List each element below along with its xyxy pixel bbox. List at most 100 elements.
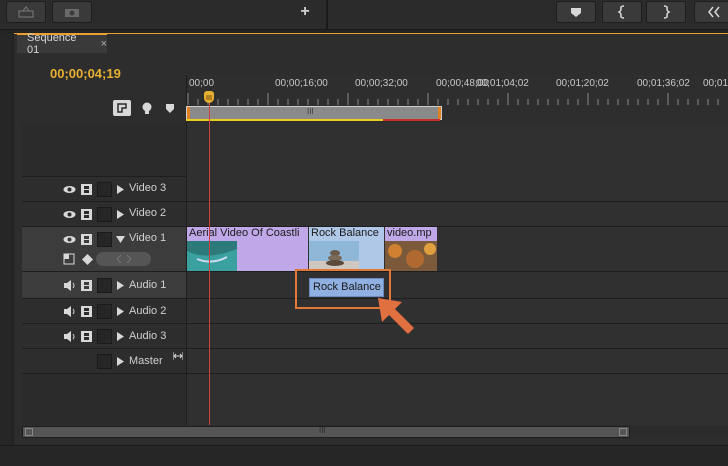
- top-toolbar: +: [0, 0, 728, 30]
- expand-arrow-icon[interactable]: [117, 210, 124, 219]
- display-style-icon[interactable]: [63, 253, 75, 265]
- track-lane[interactable]: [186, 324, 728, 348]
- scroll-left-cap[interactable]: [25, 428, 33, 436]
- timeline-empty-body: [186, 123, 728, 177]
- work-area-end-handle[interactable]: [438, 107, 441, 119]
- speaker-icon[interactable]: [63, 330, 76, 343]
- go-to-in-button[interactable]: [694, 1, 728, 23]
- camera-button[interactable]: [52, 1, 92, 23]
- video-clip-video-mp[interactable]: video.mp: [385, 227, 437, 271]
- playhead-handle[interactable]: [204, 91, 214, 103]
- eye-icon[interactable]: [63, 183, 76, 196]
- marker-icon: [571, 8, 581, 17]
- ruler-tick-label: 00;01;20;02: [556, 78, 609, 89]
- scroll-right-cap[interactable]: [619, 428, 627, 436]
- clip-label: Aerial Video Of Coastli: [189, 227, 300, 239]
- track-lock-toggle[interactable]: [97, 329, 112, 344]
- work-area-bar[interactable]: III: [186, 106, 442, 120]
- expand-arrow-icon[interactable]: [117, 332, 124, 341]
- ruler-tick-label: 00;01: [703, 78, 728, 89]
- keyframe-icon[interactable]: [82, 254, 93, 265]
- keyframe-nav[interactable]: [96, 252, 151, 266]
- linked-selection-button[interactable]: [140, 101, 154, 115]
- expand-arrow-icon[interactable]: [117, 307, 124, 316]
- track-master: Master: [22, 349, 728, 374]
- mark-in-button[interactable]: [602, 1, 642, 23]
- track-lane[interactable]: Aerial Video Of Coastli Rock Balance vid…: [186, 227, 728, 271]
- track-header: Audio 2: [22, 299, 186, 323]
- track-header: Video 3: [22, 177, 186, 201]
- close-icon[interactable]: ×: [101, 38, 107, 50]
- ruler-ticks: [187, 93, 719, 105]
- track-lane[interactable]: [186, 177, 728, 201]
- keyframe-nav-arrows-icon: [116, 255, 132, 263]
- eye-icon[interactable]: [63, 233, 76, 246]
- speaker-icon[interactable]: [63, 305, 76, 318]
- resize-handle-icon[interactable]: [173, 352, 183, 360]
- track-name: Video 3: [129, 182, 167, 194]
- track-lock-toggle[interactable]: [97, 207, 112, 222]
- add-button[interactable]: +: [292, 1, 318, 23]
- mark-out-icon: [663, 5, 671, 19]
- current-timecode[interactable]: 00;00;04;19: [50, 66, 121, 81]
- ruler-tick-label: 00;00: [189, 78, 215, 89]
- track-header: Audio 1: [22, 272, 186, 298]
- track-lock-toggle[interactable]: [97, 304, 112, 319]
- track-video-3: Video 3: [22, 177, 728, 202]
- speaker-icon[interactable]: [63, 279, 76, 292]
- filmstrip-icon[interactable]: [80, 279, 93, 292]
- add-marker-button[interactable]: [556, 1, 596, 23]
- track-name: Audio 1: [129, 279, 167, 291]
- eye-icon[interactable]: [63, 208, 76, 221]
- clip-label: video.mp: [387, 227, 432, 239]
- scroll-grip[interactable]: III: [319, 426, 326, 435]
- filmstrip-icon[interactable]: [80, 305, 93, 318]
- track-lock-toggle[interactable]: [97, 278, 112, 293]
- playhead-line: [209, 103, 210, 425]
- expand-arrow-icon[interactable]: [117, 357, 124, 366]
- track-lane[interactable]: [186, 349, 728, 373]
- expand-arrow-icon[interactable]: [117, 185, 124, 194]
- tab-title: Sequence 01: [27, 32, 77, 56]
- playhead-grip-icon: [206, 95, 212, 100]
- track-lock-toggle[interactable]: [97, 354, 112, 369]
- clip-thumbnail: [187, 241, 237, 271]
- go-to-in-icon: [708, 6, 720, 18]
- video-clip-rock-balance[interactable]: Rock Balance: [309, 227, 384, 271]
- work-area-start-handle[interactable]: [187, 107, 190, 119]
- lift-button[interactable]: [6, 1, 46, 23]
- marker-icon: [166, 104, 174, 113]
- scrollbar-track-end: [630, 426, 728, 438]
- camera-icon: [65, 9, 79, 17]
- render-bar-red: [383, 119, 440, 121]
- track-lane[interactable]: [186, 299, 728, 323]
- timeline-lower-body: [186, 374, 728, 425]
- bottom-bar: [0, 445, 728, 466]
- filmstrip-icon[interactable]: [80, 233, 93, 246]
- filmstrip-icon[interactable]: [80, 330, 93, 343]
- track-lane[interactable]: [186, 202, 728, 226]
- timeline-empty-area: [22, 123, 728, 177]
- track-header: Video 1: [22, 227, 186, 271]
- collapse-arrow-icon[interactable]: [116, 236, 125, 243]
- add-marker-header-button[interactable]: [164, 102, 176, 114]
- snap-button[interactable]: [113, 100, 131, 116]
- tab-sequence-01[interactable]: Sequence 01 ×: [17, 32, 107, 56]
- video-clip-aerial[interactable]: Aerial Video Of Coastli: [187, 227, 308, 271]
- track-header: Video 2: [22, 202, 186, 226]
- track-video-1: Video 1 Aerial Video Of Coastli Rock Bal…: [22, 227, 728, 272]
- track-lane[interactable]: Rock Balance: [186, 272, 728, 298]
- track-lock-toggle[interactable]: [97, 182, 112, 197]
- filmstrip-icon[interactable]: [80, 208, 93, 221]
- work-area-grip[interactable]: III: [307, 107, 314, 116]
- render-bar-yellow: [186, 119, 383, 121]
- mark-out-button[interactable]: [646, 1, 686, 23]
- premiere-timeline-window: + Sequence 01 × 00;00;04;19 00;00 00;00;…: [0, 0, 728, 466]
- filmstrip-icon[interactable]: [80, 183, 93, 196]
- track-name: Audio 2: [129, 305, 167, 317]
- horizontal-scrollbar[interactable]: III: [22, 426, 630, 438]
- track-lock-toggle[interactable]: [97, 232, 112, 247]
- clip-thumbnail: [385, 241, 437, 271]
- expand-arrow-icon[interactable]: [117, 281, 124, 290]
- toolbar-divider: [326, 0, 328, 30]
